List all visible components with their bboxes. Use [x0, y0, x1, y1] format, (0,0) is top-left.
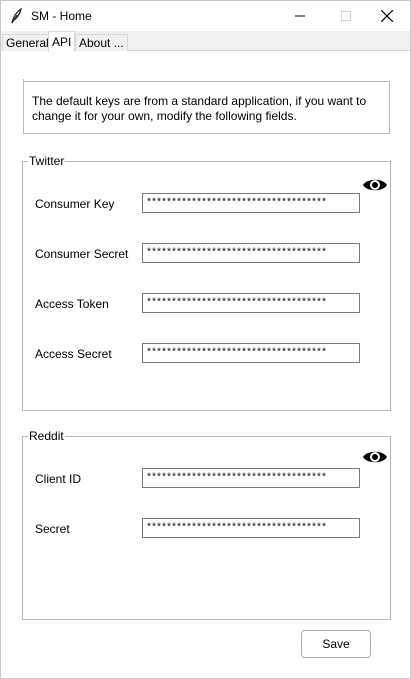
consumer-secret-input[interactable]: ************************************: [142, 243, 360, 263]
reddit-group: Reddit Client ID ***********************…: [22, 430, 391, 620]
access-token-label: Access Token: [35, 297, 109, 311]
consumer-key-input[interactable]: ************************************: [142, 193, 360, 213]
tab-general[interactable]: General: [2, 34, 53, 51]
twitter-group: Twitter Consumer Key *******************…: [22, 155, 391, 411]
access-secret-input[interactable]: ************************************: [142, 343, 360, 363]
tab-api[interactable]: API: [48, 31, 76, 52]
main-window: SM - Home General API About ... The defa…: [0, 0, 411, 679]
window-title: SM - Home: [31, 9, 92, 23]
client-id-input[interactable]: ************************************: [142, 468, 360, 488]
save-button[interactable]: Save: [301, 630, 371, 658]
secret-input[interactable]: ************************************: [142, 518, 360, 538]
twitter-group-title: Twitter: [29, 154, 65, 168]
consumer-secret-label: Consumer Secret: [35, 247, 129, 261]
minimize-button[interactable]: [277, 1, 323, 31]
info-text: The default keys are from a standard app…: [32, 94, 367, 123]
title-bar: SM - Home: [1, 1, 410, 31]
access-secret-label: Access Secret: [35, 347, 112, 361]
maximize-button[interactable]: [323, 1, 369, 31]
api-tab-panel: The default keys are from a standard app…: [1, 51, 410, 678]
eye-icon[interactable]: [362, 176, 388, 194]
client-id-label: Client ID: [35, 472, 82, 486]
secret-label: Secret: [35, 522, 70, 536]
close-button[interactable]: [364, 1, 410, 31]
reddit-group-title: Reddit: [29, 429, 64, 443]
consumer-key-label: Consumer Key: [35, 197, 115, 211]
maximize-icon: [341, 11, 351, 21]
info-box: The default keys are from a standard app…: [23, 81, 390, 134]
minimize-icon: [295, 15, 305, 17]
tab-about[interactable]: About ...: [75, 34, 128, 51]
close-icon: [381, 10, 393, 22]
eye-icon[interactable]: [362, 448, 388, 466]
access-token-input[interactable]: ************************************: [142, 293, 360, 313]
tab-bar: General API About ...: [1, 31, 410, 52]
feather-icon: [9, 7, 23, 24]
